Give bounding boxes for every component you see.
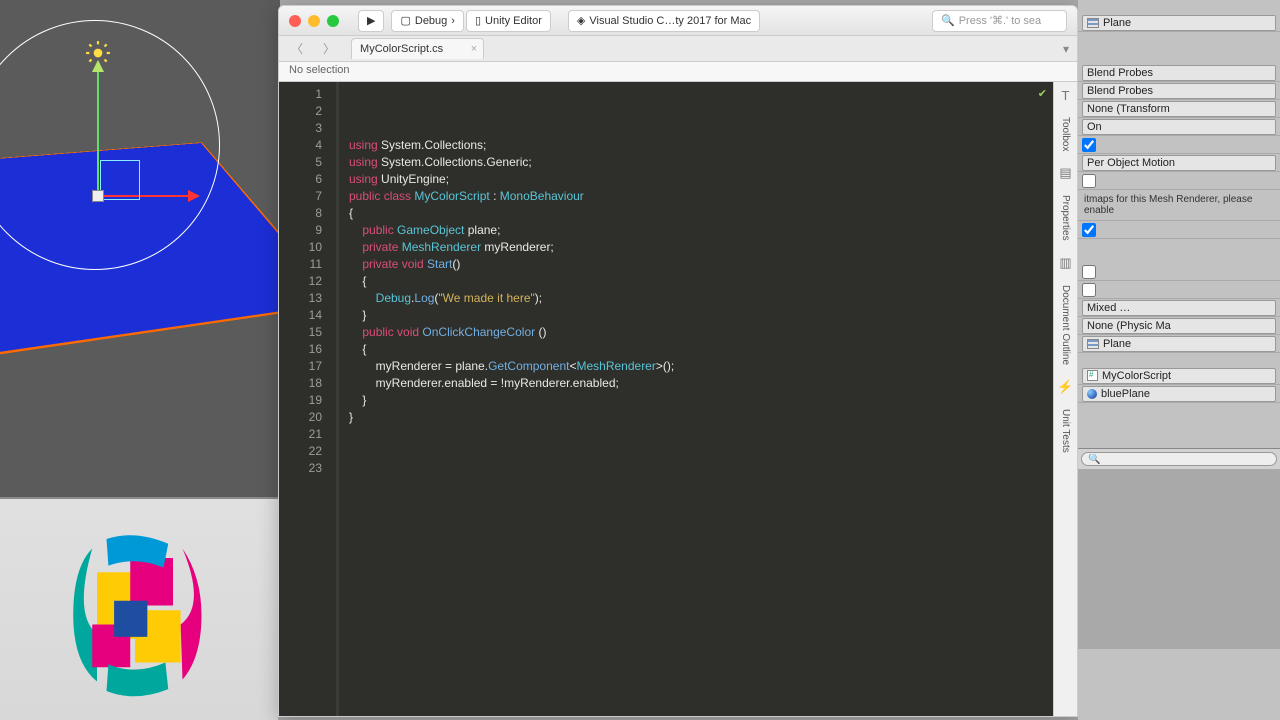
collider-mesh-field[interactable]: Plane — [1082, 336, 1276, 352]
script-icon — [1087, 370, 1098, 381]
close-window-button[interactable] — [289, 15, 301, 27]
channel-logo — [40, 520, 230, 700]
search-icon: 🔍 — [941, 14, 955, 27]
right-tool-strip: T Toolbox ▤ Properties ▥ Document Outlin… — [1053, 82, 1077, 716]
minimize-window-button[interactable] — [308, 15, 320, 27]
inspector-search[interactable] — [1078, 449, 1280, 470]
anchor-override-field[interactable]: None (Transform — [1082, 101, 1276, 117]
material-icon — [1087, 389, 1097, 399]
play-icon: ▶ — [367, 14, 375, 27]
run-button[interactable]: ▶ — [358, 10, 384, 32]
nav-back-button[interactable]: 〈 — [287, 40, 307, 57]
nav-forward-button[interactable]: 〉 — [319, 40, 339, 57]
light-probes-field[interactable]: Blend Probes — [1082, 65, 1276, 81]
unity-inspector: Plane Blend Probes Blend Probes None (Tr… — [1078, 0, 1280, 720]
receive-shadows-checkbox[interactable] — [1082, 138, 1096, 152]
line-number-gutter: 1234567891011121314151617181920212223 — [279, 82, 339, 716]
mesh-field[interactable]: Plane — [1082, 15, 1276, 31]
target-selector[interactable]: ▯ Unity Editor — [466, 10, 551, 32]
toolbox-icon[interactable]: T — [1062, 88, 1070, 103]
outline-label[interactable]: Document Outline — [1060, 285, 1071, 365]
ide-title: ◈ Visual Studio C…ty 2017 for Mac — [568, 10, 760, 32]
zoom-window-button[interactable] — [327, 15, 339, 27]
tab-close-icon[interactable]: × — [471, 43, 477, 55]
file-tab[interactable]: MyColorScript.cs × — [351, 38, 484, 59]
script-field[interactable]: MyColorScript — [1082, 368, 1276, 384]
properties-icon[interactable]: ▤ — [1059, 165, 1071, 181]
breadcrumb[interactable]: No selection — [279, 62, 1077, 82]
reflection-probes-field[interactable]: Blend Probes — [1082, 83, 1276, 99]
checkbox-a[interactable] — [1082, 265, 1096, 279]
inspector-preview-area — [1078, 449, 1280, 649]
tab-bar: 〈 〉 MyColorScript.cs × ▾ — [279, 36, 1077, 62]
mixed-field[interactable]: Mixed … — [1082, 300, 1276, 316]
gizmo-center-handle[interactable] — [92, 190, 104, 202]
visual-studio-window: ▶ ▢ Debug › ▯ Unity Editor ◈ Visual Stud… — [278, 5, 1078, 717]
titlebar[interactable]: ▶ ▢ Debug › ▯ Unity Editor ◈ Visual Stud… — [279, 6, 1077, 36]
tests-label[interactable]: Unit Tests — [1060, 409, 1071, 453]
dynamic-occluded-checkbox[interactable] — [1082, 223, 1096, 237]
properties-label[interactable]: Properties — [1060, 195, 1071, 241]
status-ok-icon: ✔ — [1038, 86, 1047, 103]
lightmap-static-checkbox[interactable] — [1082, 174, 1096, 188]
tab-label: MyColorScript.cs — [360, 43, 443, 55]
physic-material-field[interactable]: None (Physic Ma — [1082, 318, 1276, 334]
gizmo-plane-handle[interactable] — [100, 160, 140, 200]
mesh-icon — [1087, 18, 1099, 28]
motion-vectors-field[interactable]: Per Object Motion — [1082, 155, 1276, 171]
toolbox-label[interactable]: Toolbox — [1060, 117, 1071, 151]
unity-scene-view — [0, 0, 280, 500]
config-selector[interactable]: ▢ Debug › — [391, 10, 464, 32]
global-search[interactable]: 🔍Press '⌘.' to sea — [932, 10, 1067, 32]
checkbox-b[interactable] — [1082, 283, 1096, 297]
mesh-icon — [1087, 339, 1099, 349]
cast-shadows-field[interactable]: On — [1082, 119, 1276, 135]
lightmap-note: itmaps for this Mesh Renderer, please en… — [1078, 190, 1280, 221]
material-field[interactable]: bluePlane — [1082, 386, 1276, 402]
tests-icon[interactable]: ⚡ — [1057, 379, 1073, 395]
outline-icon[interactable]: ▥ — [1059, 255, 1071, 271]
gizmo-y-axis[interactable] — [97, 70, 99, 200]
code-editor[interactable]: ✔ using System.Collections;using System.… — [339, 82, 1053, 716]
tab-overflow-icon[interactable]: ▾ — [1063, 42, 1069, 56]
